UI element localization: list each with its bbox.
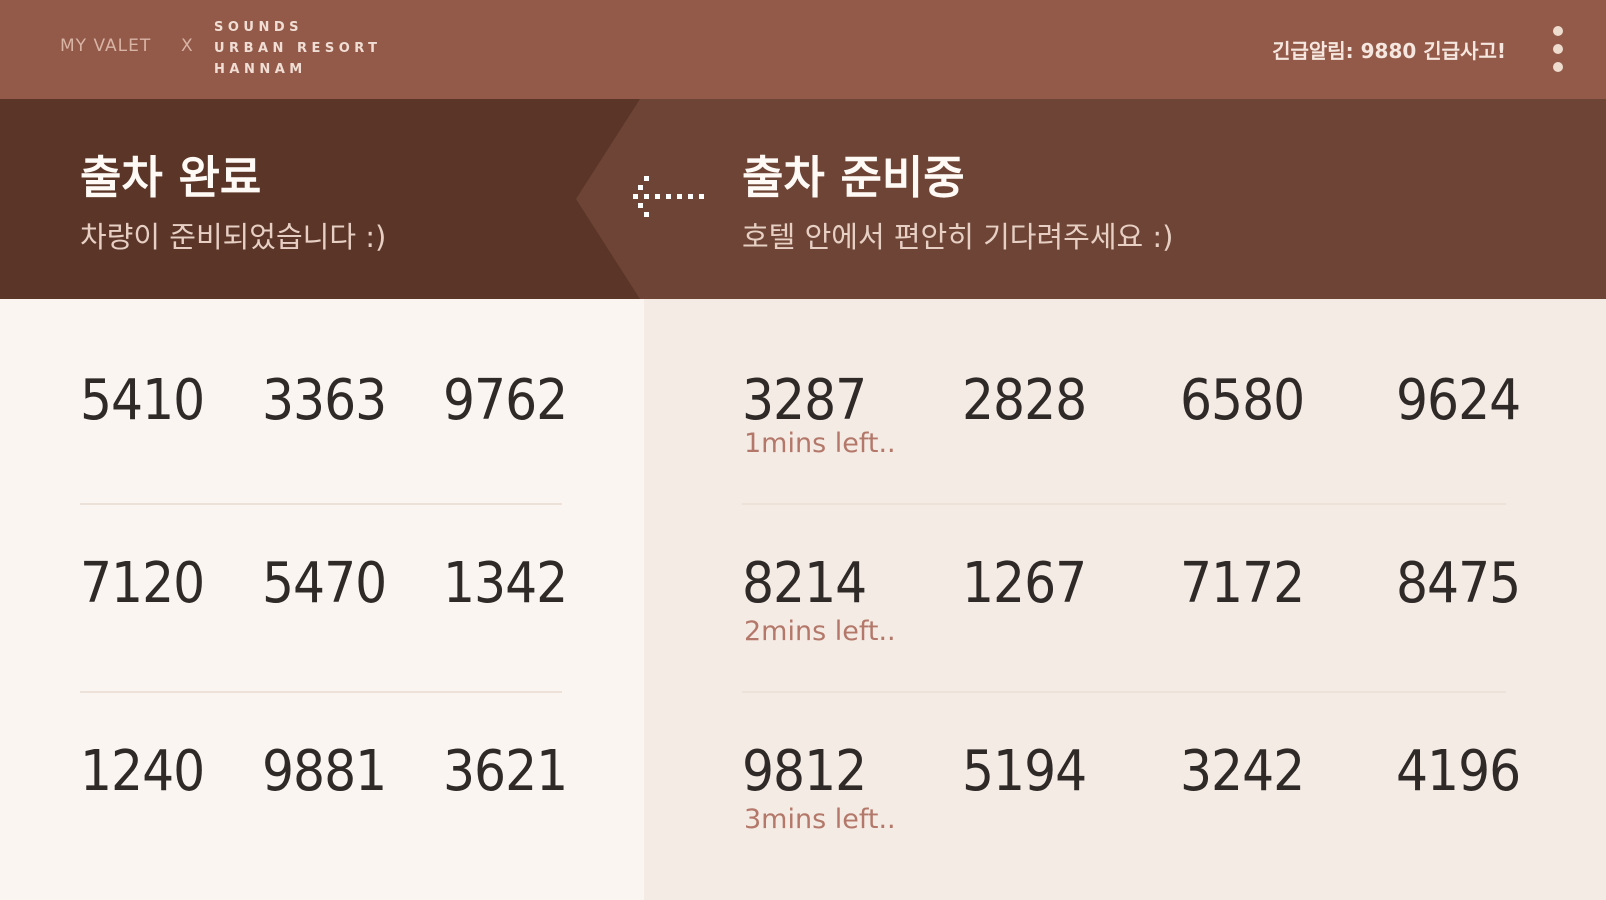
ready-subtitle: 차량이 준비되었습니다 :) [80,220,387,254]
preparing-car-number: 4196 [1396,739,1521,804]
preparing-car-number: 3242 [1180,739,1305,804]
brand-line: URBAN RESORT [214,41,382,56]
brand-line: SOUNDS [214,20,304,35]
dotted-left-arrow-icon [633,176,704,217]
ready-car-number: 9762 [443,368,568,433]
brand-separator: X [181,36,193,56]
preparing-car-number: 6580 [1180,368,1305,433]
more-vertical-icon [1553,44,1563,54]
row-divider [742,503,1506,505]
preparing-car-number: 8214 [742,551,867,616]
preparing-car-number: 9812 [742,739,867,804]
ready-car-number: 3621 [443,739,568,804]
ready-car-number: 7120 [80,551,205,616]
more-menu-button[interactable] [1540,26,1576,74]
ready-car-number: 3363 [262,368,387,433]
brand-line: HANNAM [214,62,307,77]
preparing-subtitle: 호텔 안에서 편안히 기다려주세요 :) [742,220,1174,254]
preparing-car-number: 3287 [742,368,867,433]
preparing-car-number: 1267 [962,551,1087,616]
emergency-alert: 긴급알림: 9880 긴급사고! [1272,39,1506,63]
preparing-car-number: 7172 [1180,551,1305,616]
eta-label: 1mins left.. [744,428,896,459]
preparing-car-number: 8475 [1396,551,1521,616]
preparing-car-number: 9624 [1396,368,1521,433]
preparing-title: 출차 준비중 [742,151,965,204]
more-vertical-icon [1553,26,1563,36]
row-divider [80,691,562,693]
more-vertical-icon [1553,62,1563,72]
brand-my-valet: MY VALET [60,36,152,56]
ready-car-number: 5470 [262,551,387,616]
ready-car-number: 5410 [80,368,205,433]
ready-car-number: 1240 [80,739,205,804]
eta-label: 3mins left.. [744,804,896,835]
row-divider [80,503,562,505]
ready-title: 출차 완료 [80,151,262,204]
eta-label: 2mins left.. [744,616,896,647]
ready-car-number: 9881 [262,739,387,804]
preparing-car-number: 2828 [962,368,1087,433]
preparing-car-number: 5194 [962,739,1087,804]
row-divider [742,691,1506,693]
brand-sounds-logo: SOUNDS URBAN RESORT HANNAM [214,17,382,80]
ready-car-number: 1342 [443,551,568,616]
